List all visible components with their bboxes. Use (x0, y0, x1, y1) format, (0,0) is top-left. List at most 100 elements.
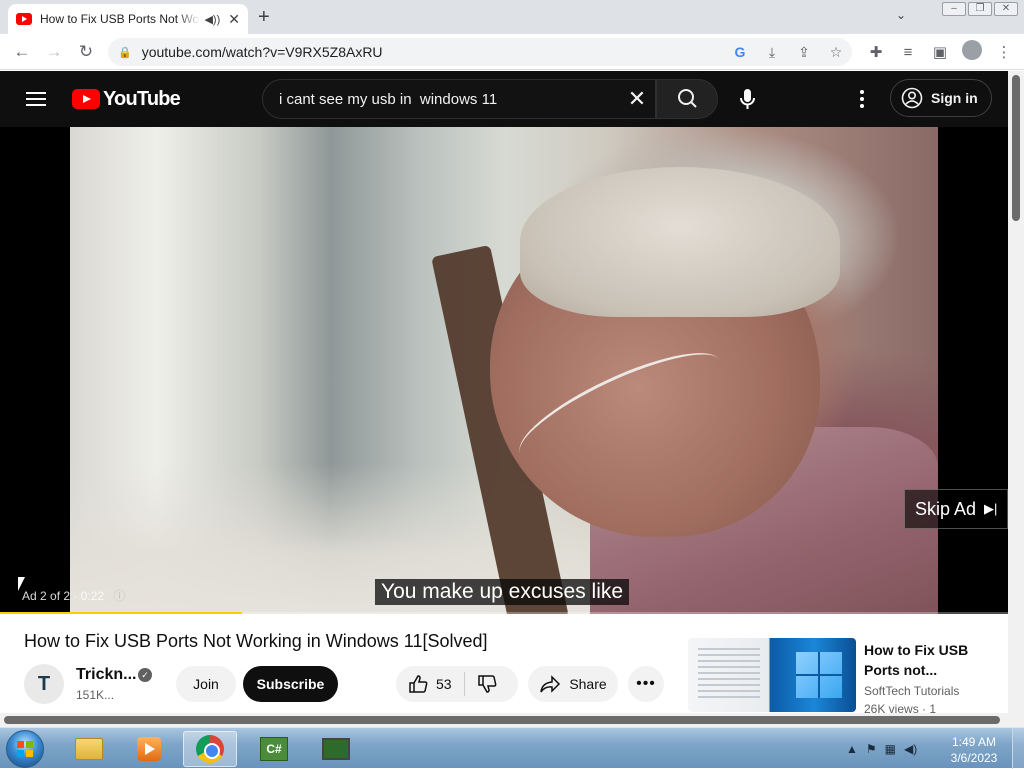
taskbar-clock[interactable]: 1:49 AM 3/6/2023 (946, 734, 1002, 766)
share-page-icon[interactable]: ⇪ (788, 44, 820, 61)
share-button[interactable]: Share (528, 666, 618, 702)
side-panel-icon[interactable]: ▣ (924, 43, 956, 61)
extensions-puzzle-icon[interactable]: ✚ (860, 43, 892, 61)
folder-icon (75, 738, 103, 760)
channel-name[interactable]: Trickn... (76, 666, 136, 684)
share-arrow-icon (540, 675, 561, 693)
network-icon[interactable]: ▦ (885, 742, 896, 756)
ad-progress-bar[interactable] (0, 612, 1008, 614)
lock-icon[interactable]: 🔒 (118, 46, 132, 59)
volume-icon[interactable]: ◀) (904, 742, 917, 756)
mouse-cursor-icon (18, 577, 25, 591)
minimize-window-icon[interactable]: – (942, 2, 966, 16)
taskbar-chrome[interactable] (183, 731, 237, 767)
new-tab-icon[interactable]: + (258, 6, 270, 29)
browser-toolbar: ← → ↻ 🔒 youtube.com/watch?v=V9RX5Z8AxRU … (0, 34, 1024, 70)
sign-in-button[interactable]: Sign in (890, 79, 992, 117)
like-count: 53 (436, 676, 452, 692)
subscribe-button[interactable]: Subscribe (243, 666, 338, 702)
thumbs-up-icon (409, 675, 428, 693)
dislike-button[interactable] (465, 674, 509, 694)
youtube-favicon-icon (16, 13, 32, 25)
install-app-icon[interactable]: ⤓ (756, 44, 788, 61)
bookmark-star-icon[interactable]: ☆ (820, 44, 852, 61)
restore-window-icon[interactable]: ❐ (968, 2, 992, 16)
media-player-icon (137, 737, 161, 761)
sign-in-label: Sign in (931, 90, 978, 106)
video-owner-row: T Trickn... ✓ 151K... Join Subscribe 53 … (24, 662, 664, 706)
like-button[interactable]: 53 (396, 672, 465, 696)
settings-kebab-icon[interactable] (852, 88, 872, 110)
reload-icon[interactable]: ↻ (70, 42, 102, 62)
clear-search-icon[interactable]: ✕ (619, 86, 655, 112)
skip-ad-label: Skip Ad (915, 498, 977, 519)
ad-info-badge[interactable]: Ad 2 of 2 · 0:22 ⓘ (22, 587, 125, 604)
google-translate-icon[interactable]: G (724, 44, 756, 60)
browser-tab-youtube[interactable]: How to Fix USB Ports Not Working in Wind… (8, 4, 248, 34)
man-hair-shape (520, 167, 840, 317)
ad-video-frame[interactable] (70, 127, 938, 614)
start-button[interactable] (6, 730, 44, 768)
search-button[interactable] (656, 79, 718, 119)
url-text[interactable]: youtube.com/watch?v=V9RX5Z8AxRU (142, 44, 724, 60)
taskbar-explorer[interactable] (62, 731, 116, 767)
toolbar-right-actions: ✚ ≡ ▣ ⋮ (860, 34, 1020, 70)
csharp-icon: C# (260, 737, 288, 761)
channel-avatar[interactable]: T (24, 664, 64, 704)
taskbar-monitor-app[interactable] (309, 731, 363, 767)
forward-arrow-icon[interactable]: → (38, 42, 70, 62)
tab-search-chevron-icon[interactable]: ⌄ (896, 8, 906, 22)
address-bar[interactable]: 🔒 youtube.com/watch?v=V9RX5Z8AxRU G ⤓ ⇪ … (108, 38, 852, 66)
youtube-logo-text: YouTube (103, 87, 181, 110)
taskbar-media-player[interactable] (122, 731, 176, 767)
windows-taskbar: C# ▲ ⚑ ▦ ◀) 1:49 AM 3/6/2023 (0, 727, 1024, 769)
join-button[interactable]: Join (176, 666, 236, 702)
horizontal-scrollbar-thumb[interactable] (4, 716, 1000, 724)
recommended-video-thumbnail[interactable] (688, 638, 856, 712)
system-tray: ▲ ⚑ ▦ ◀) (842, 728, 921, 769)
microphone-icon (740, 89, 755, 109)
search-icon (678, 89, 697, 108)
profile-avatar-icon[interactable] (956, 40, 988, 64)
youtube-logo[interactable]: YouTube (72, 87, 181, 111)
thumbs-down-icon (477, 675, 496, 693)
video-player[interactable]: You make up excuses like Skip Ad ▶| Ad 2… (0, 127, 1008, 614)
skip-next-icon: ▶| (984, 501, 998, 516)
guide-menu-icon[interactable] (26, 92, 46, 106)
action-center-flag-icon[interactable]: ⚑ (866, 742, 877, 756)
youtube-play-logo-icon (72, 89, 100, 109)
tab-title: How to Fix USB Ports Not Working in Wind… (40, 12, 200, 26)
close-window-icon[interactable]: ✕ (994, 2, 1018, 16)
skip-ad-button[interactable]: Skip Ad ▶| (904, 489, 1008, 529)
recommended-video[interactable]: How to Fix USB Ports not... SoftTech Tut… (688, 638, 998, 714)
show-hidden-icons-icon[interactable]: ▲ (846, 742, 858, 756)
audio-playing-icon[interactable]: ◀)) (204, 13, 220, 26)
voice-search-button[interactable] (728, 79, 768, 119)
ad-info-icon[interactable]: ⓘ (113, 589, 125, 603)
browser-tab-strip: How to Fix USB Ports Not Working in Wind… (0, 0, 1024, 34)
verified-badge-icon: ✓ (138, 668, 152, 682)
share-label: Share (569, 676, 607, 692)
ad-counter: Ad 2 of 2 · 0:22 (22, 589, 105, 603)
clock-time: 1:49 AM (951, 735, 997, 749)
chrome-menu-icon[interactable]: ⋮ (988, 43, 1020, 61)
chrome-icon (196, 735, 224, 763)
clock-date: 3/6/2023 (950, 751, 998, 765)
ad-progress-fill (0, 612, 242, 614)
vertical-scrollbar[interactable] (1008, 71, 1024, 727)
tab-close-icon[interactable]: ✕ (228, 11, 240, 28)
search-query-text[interactable]: i cant see my usb in windows 11 (279, 91, 619, 108)
media-controls-icon[interactable]: ≡ (892, 44, 924, 61)
show-desktop-button[interactable] (1012, 728, 1024, 769)
more-actions-icon[interactable]: ••• (628, 666, 664, 702)
vertical-scrollbar-thumb[interactable] (1012, 75, 1020, 221)
taskbar-csharp-app[interactable]: C# (247, 731, 301, 767)
windows-logo-icon (796, 652, 842, 698)
recommended-video-title[interactable]: How to Fix USB Ports not... (864, 640, 994, 680)
back-arrow-icon[interactable]: ← (6, 42, 38, 62)
youtube-masthead: YouTube i cant see my usb in windows 11 … (0, 71, 1008, 127)
window-controls: – ❐ ✕ (942, 2, 1018, 16)
recommended-video-channel[interactable]: SoftTech Tutorials (864, 684, 959, 698)
horizontal-scrollbar[interactable] (0, 713, 1008, 727)
search-input[interactable]: i cant see my usb in windows 11 ✕ (262, 79, 656, 119)
